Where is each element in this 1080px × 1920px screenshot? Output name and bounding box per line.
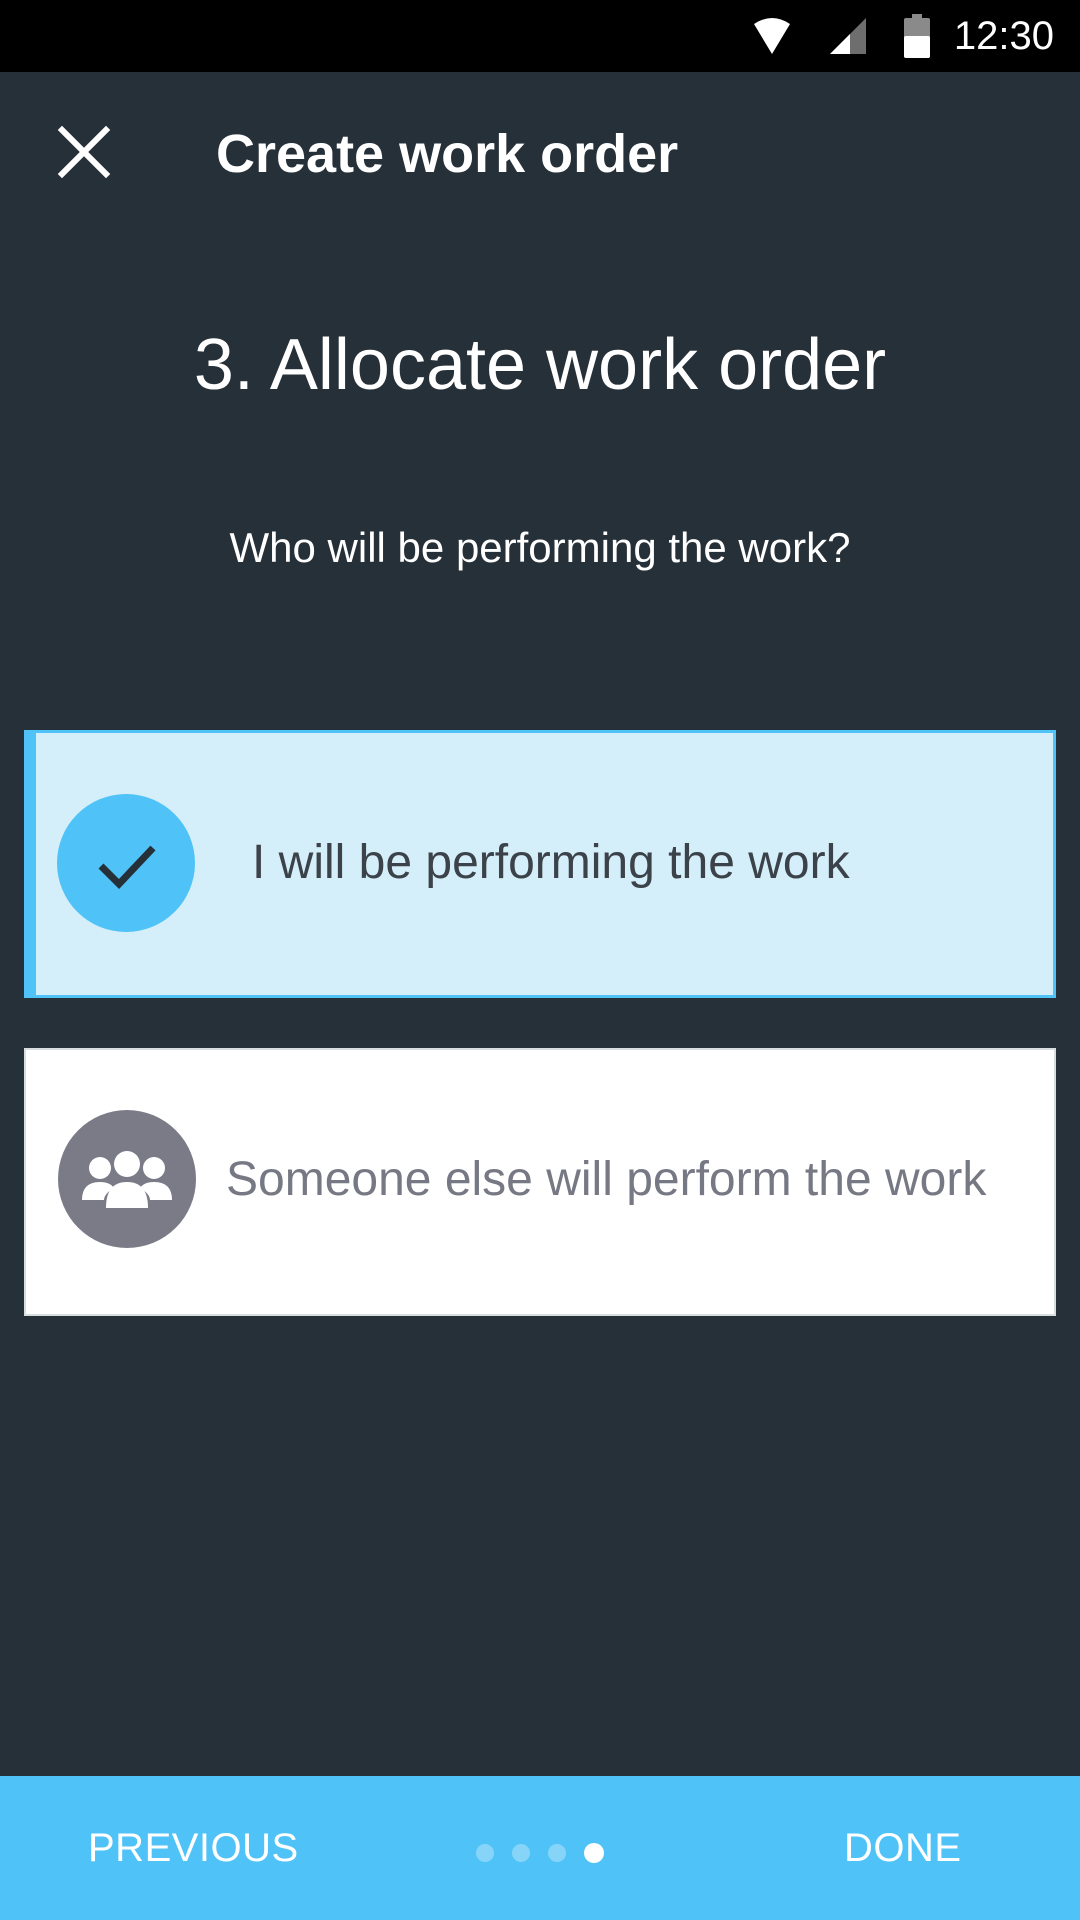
close-button[interactable]	[52, 120, 116, 184]
page-dot	[548, 1844, 566, 1862]
page-dot	[512, 1844, 530, 1862]
page-dot	[476, 1844, 494, 1862]
page-title: Create work order	[216, 124, 679, 184]
close-icon	[57, 125, 111, 179]
status-bar: 12:30	[0, 0, 1080, 72]
option-someone-else[interactable]: Someone else will perform the work	[24, 1048, 1056, 1316]
option-label: I will be performing the work	[252, 836, 850, 889]
previous-button[interactable]: PREVIOUS	[88, 1820, 299, 1876]
status-time: 12:30	[953, 14, 1054, 58]
cell-signal-icon	[828, 16, 868, 61]
wifi-icon	[752, 16, 792, 61]
done-button[interactable]: DONE	[844, 1820, 962, 1876]
option-label: Someone else will perform the work	[226, 1153, 987, 1206]
page-indicator	[476, 1842, 606, 1866]
page-dot-active	[584, 1843, 604, 1863]
bottom-nav-bar: PREVIOUS DONE	[0, 1776, 1080, 1920]
option-self-performing[interactable]: I will be performing the work	[24, 730, 1056, 998]
step-title: 3. Allocate work order	[193, 325, 887, 405]
group-icon	[58, 1110, 196, 1248]
battery-icon	[904, 14, 930, 63]
question-text: Who will be performing the work?	[229, 524, 851, 571]
check-icon	[57, 794, 195, 932]
